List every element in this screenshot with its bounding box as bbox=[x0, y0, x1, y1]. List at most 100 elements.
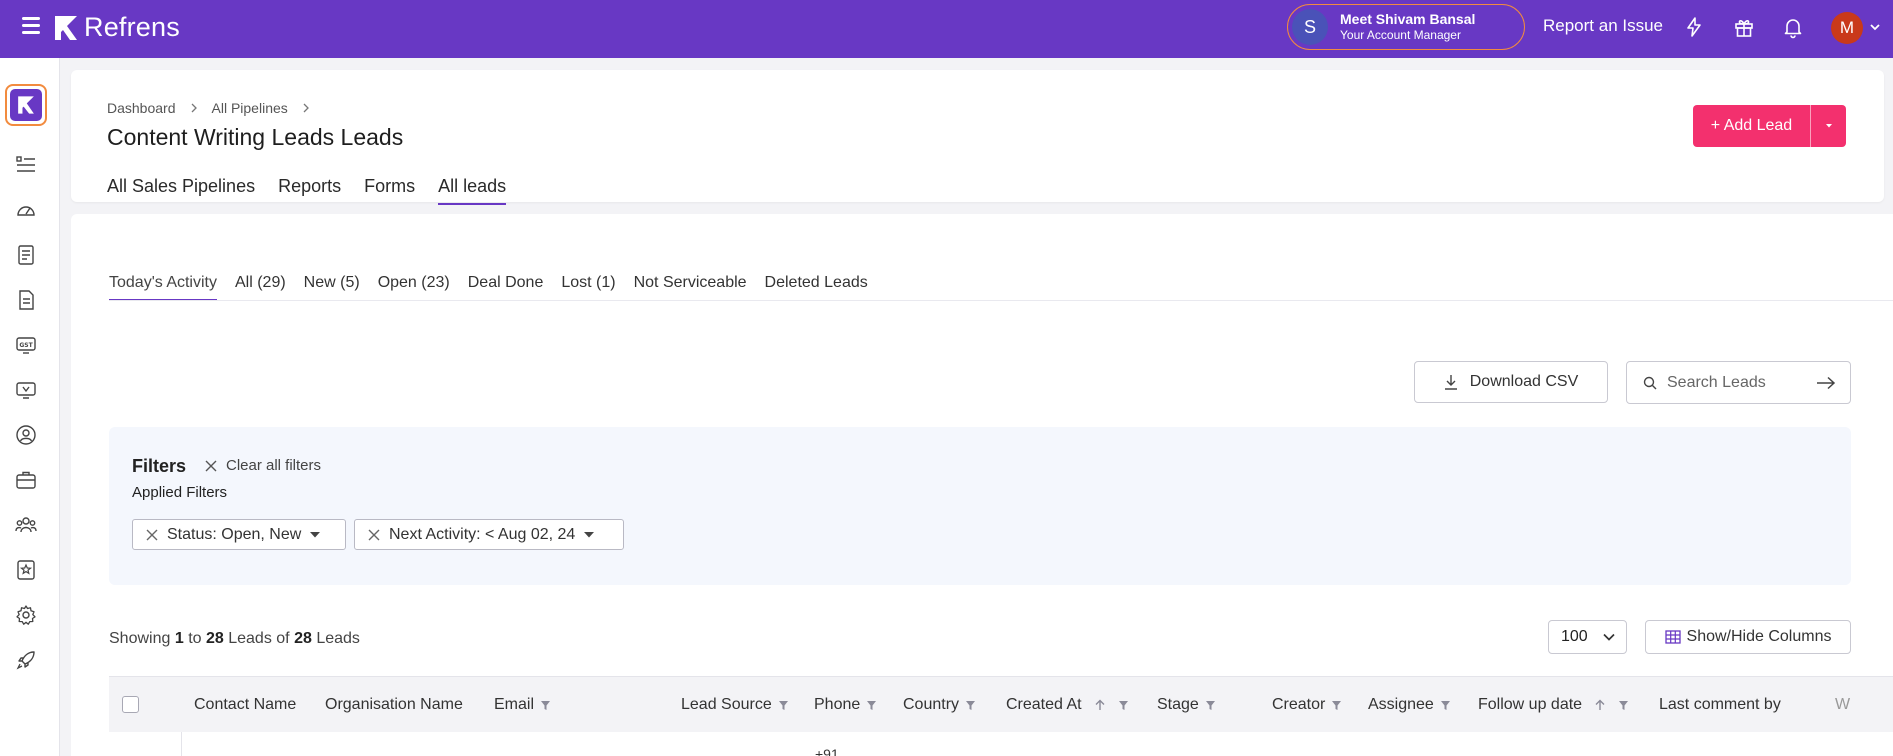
refrens-logo[interactable]: Refrens bbox=[52, 12, 180, 43]
col-truncated[interactable]: W bbox=[1835, 696, 1850, 714]
dashboard-gauge-icon[interactable] bbox=[15, 199, 37, 221]
tab-all-leads[interactable]: All leads bbox=[438, 176, 507, 205]
subtab-open[interactable]: Open (23) bbox=[378, 274, 450, 301]
subtab-all[interactable]: All (29) bbox=[235, 274, 286, 301]
per-page-select[interactable]: 100 bbox=[1548, 620, 1627, 654]
user-circle-icon[interactable] bbox=[15, 424, 37, 446]
col-stage[interactable]: Stage bbox=[1157, 696, 1216, 714]
col-last-comment-by-label: Last comment by bbox=[1659, 696, 1781, 713]
list-icon[interactable] bbox=[15, 154, 37, 176]
breadcrumb: Dashboard All Pipelines bbox=[107, 100, 324, 116]
col-lead-source[interactable]: Lead Source bbox=[681, 696, 789, 714]
caret-down-icon bbox=[1825, 124, 1832, 128]
subtab-deleted-leads[interactable]: Deleted Leads bbox=[765, 274, 868, 301]
select-all-checkbox[interactable] bbox=[122, 696, 139, 713]
rocket-icon[interactable] bbox=[15, 649, 37, 671]
briefcase-icon[interactable] bbox=[15, 469, 37, 491]
download-csv-button[interactable]: Download CSV bbox=[1414, 361, 1608, 403]
manager-name: Meet Shivam Bansal bbox=[1340, 10, 1476, 27]
breadcrumb-chevron-icon bbox=[191, 103, 197, 113]
filter-icon[interactable] bbox=[1331, 700, 1342, 711]
tab-all-sales-pipelines[interactable]: All Sales Pipelines bbox=[107, 176, 255, 205]
showing-prefix: Showing bbox=[109, 630, 171, 647]
sidebar: GST bbox=[0, 58, 60, 756]
badge-icon[interactable] bbox=[15, 559, 37, 581]
remove-filter-icon[interactable] bbox=[145, 528, 159, 542]
sort-arrow-up-icon[interactable] bbox=[1594, 699, 1606, 711]
filter-icon[interactable] bbox=[1205, 700, 1216, 711]
download-csv-label: Download CSV bbox=[1469, 373, 1579, 390]
show-hide-columns-button[interactable]: Show/Hide Columns bbox=[1645, 620, 1851, 654]
filter-icon[interactable] bbox=[965, 700, 976, 711]
col-follow-up-date[interactable]: Follow up date bbox=[1478, 696, 1629, 714]
gst-icon[interactable]: GST bbox=[15, 334, 37, 356]
arrow-right-icon[interactable] bbox=[1816, 376, 1836, 390]
col-contact-name-label: Contact Name bbox=[194, 696, 297, 713]
filter-icon[interactable] bbox=[540, 700, 551, 711]
breadcrumb-dashboard[interactable]: Dashboard bbox=[107, 100, 176, 116]
tab-forms[interactable]: Forms bbox=[364, 176, 415, 205]
team-icon[interactable] bbox=[15, 514, 37, 536]
col-phone[interactable]: Phone bbox=[814, 696, 877, 714]
col-assignee[interactable]: Assignee bbox=[1368, 696, 1451, 714]
monitor-icon[interactable] bbox=[15, 379, 37, 401]
col-contact-name[interactable]: Contact Name bbox=[194, 696, 296, 714]
remove-filter-icon[interactable] bbox=[367, 528, 381, 542]
subtab-new[interactable]: New (5) bbox=[304, 274, 360, 301]
sort-arrow-up-icon[interactable] bbox=[1094, 699, 1106, 711]
invoice-icon[interactable] bbox=[15, 289, 37, 311]
first-row-phone-cell: +91 bbox=[815, 746, 839, 756]
col-follow-up-date-label: Follow up date bbox=[1478, 696, 1583, 713]
breadcrumb-chevron-icon bbox=[303, 103, 309, 113]
showing-from: 1 bbox=[174, 630, 184, 647]
status-tabs: Today's Activity All (29) New (5) Open (… bbox=[109, 274, 886, 301]
search-leads-input[interactable] bbox=[1667, 373, 1807, 392]
subtab-lost[interactable]: Lost (1) bbox=[561, 274, 615, 301]
col-country[interactable]: Country bbox=[903, 696, 976, 714]
breadcrumb-all-pipelines[interactable]: All Pipelines bbox=[212, 100, 288, 116]
subtab-deal-done[interactable]: Deal Done bbox=[468, 274, 544, 301]
col-created-at[interactable]: Created At bbox=[1006, 696, 1129, 714]
filter-icon[interactable] bbox=[1440, 700, 1451, 711]
caret-down-icon bbox=[584, 531, 595, 537]
gift-icon[interactable] bbox=[1732, 15, 1756, 39]
filter-icon[interactable] bbox=[866, 700, 877, 711]
col-email[interactable]: Email bbox=[494, 696, 551, 714]
account-manager-pill[interactable]: S Meet Shivam Bansal Your Account Manage… bbox=[1287, 4, 1525, 50]
col-phone-label: Phone bbox=[814, 696, 861, 713]
row-divider bbox=[181, 732, 182, 756]
sidebar-home-button[interactable] bbox=[5, 84, 47, 126]
bell-icon[interactable] bbox=[1781, 15, 1805, 39]
filter-icon[interactable] bbox=[778, 700, 789, 711]
add-lead-dropdown-button[interactable] bbox=[1811, 123, 1846, 129]
col-creator[interactable]: Creator bbox=[1272, 696, 1342, 714]
subtab-todays-activity[interactable]: Today's Activity bbox=[109, 274, 217, 301]
col-organisation-name[interactable]: Organisation Name bbox=[325, 696, 463, 714]
main-tabs: All Sales Pipelines Reports Forms All le… bbox=[107, 176, 529, 205]
add-lead-button[interactable]: + Add Lead bbox=[1693, 105, 1811, 147]
col-organisation-name-label: Organisation Name bbox=[325, 696, 463, 713]
user-avatar[interactable]: M bbox=[1831, 12, 1863, 44]
manager-role: Your Account Manager bbox=[1340, 28, 1461, 43]
filter-icon[interactable] bbox=[1618, 700, 1629, 711]
chevron-down-icon[interactable] bbox=[1868, 20, 1882, 34]
document-icon[interactable] bbox=[15, 244, 37, 266]
showing-total: 28 bbox=[294, 630, 312, 647]
search-icon bbox=[1643, 376, 1657, 389]
tab-reports[interactable]: Reports bbox=[278, 176, 341, 205]
close-icon bbox=[205, 460, 217, 471]
hamburger-menu-icon[interactable] bbox=[22, 17, 40, 34]
clear-all-filters-button[interactable]: Clear all filters bbox=[204, 457, 321, 474]
filter-icon[interactable] bbox=[1118, 700, 1129, 711]
refrens-mark-icon bbox=[55, 15, 77, 40]
filter-chip-status[interactable]: Status: Open, New bbox=[132, 519, 346, 550]
filter-chip-next-activity[interactable]: Next Activity: < Aug 02, 24 bbox=[354, 519, 624, 550]
subtab-not-serviceable[interactable]: Not Serviceable bbox=[634, 274, 747, 301]
lightning-icon[interactable] bbox=[1682, 15, 1706, 39]
col-last-comment-by[interactable]: Last comment by bbox=[1659, 696, 1781, 714]
report-issue-link[interactable]: Report an Issue bbox=[1543, 16, 1663, 36]
showing-leads-of: Leads of bbox=[228, 630, 290, 647]
show-hide-columns-label: Show/Hide Columns bbox=[1686, 628, 1832, 645]
col-email-label: Email bbox=[494, 696, 535, 713]
settings-icon[interactable] bbox=[15, 604, 37, 626]
